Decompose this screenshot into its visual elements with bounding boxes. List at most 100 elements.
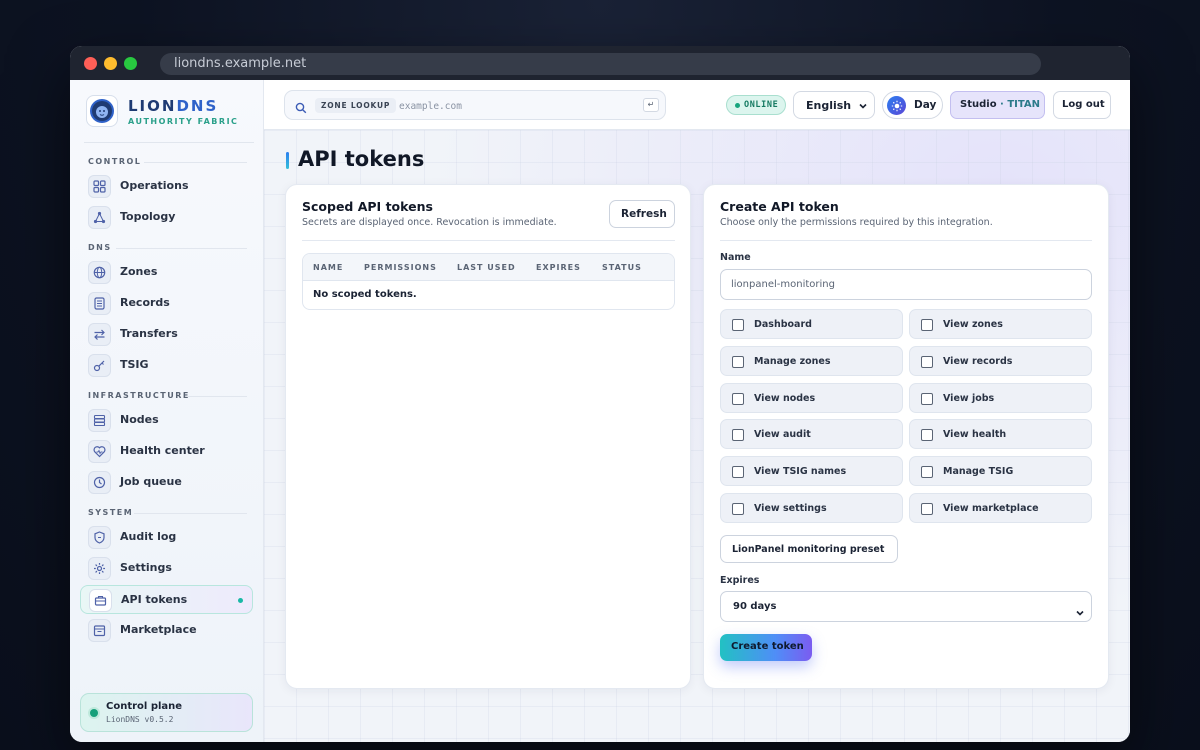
sidebar-item-label: Settings — [120, 561, 172, 574]
studio-button[interactable]: Studio · TITAN — [950, 91, 1045, 119]
brand[interactable]: LIONDNS AUTHORITY FABRIC — [84, 94, 254, 134]
permission-label: View zones — [943, 319, 1003, 330]
permission-view-zones[interactable]: View zones — [909, 309, 1092, 339]
lionpanel-preset-button[interactable]: LionPanel monitoring preset — [720, 535, 898, 563]
title-accent — [286, 152, 289, 169]
sidebar-item-tsig[interactable]: TSIG — [80, 351, 253, 380]
zone-lookup[interactable]: ZONE LOOKUP ↵ — [284, 90, 666, 120]
checkbox[interactable] — [732, 466, 744, 478]
store-icon — [88, 619, 111, 642]
checkbox[interactable] — [732, 429, 744, 441]
topbar: ZONE LOOKUP ↵ ONLINE English Day — [264, 80, 1130, 130]
sidebar-item-label: Health center — [120, 444, 205, 457]
permission-view-jobs[interactable]: View jobs — [909, 383, 1092, 413]
permission-dashboard[interactable]: Dashboard — [720, 309, 903, 339]
permission-view-nodes[interactable]: View nodes — [720, 383, 903, 413]
close-window-button[interactable] — [84, 57, 97, 70]
divider — [188, 396, 247, 397]
checkbox[interactable] — [921, 503, 933, 515]
permission-manage-tsig[interactable]: Manage TSIG — [909, 456, 1092, 486]
sidebar-item-label: Operations — [120, 179, 189, 192]
permission-label: View TSIG names — [754, 466, 847, 477]
checkbox[interactable] — [921, 393, 933, 405]
name-label: Name — [720, 252, 751, 263]
logout-label: Log out — [1062, 99, 1105, 110]
checkbox[interactable] — [921, 466, 933, 478]
checkbox[interactable] — [921, 429, 933, 441]
checkbox[interactable] — [921, 319, 933, 331]
card-title: Create API token — [720, 199, 839, 214]
checkbox[interactable] — [732, 319, 744, 331]
card-subtitle: Secrets are displayed once. Revocation i… — [302, 217, 557, 228]
sidebar-item-transfers[interactable]: Transfers — [80, 320, 253, 349]
refresh-label: Refresh — [621, 208, 667, 220]
sidebar-item-api-tokens[interactable]: API tokens — [80, 585, 253, 614]
brand-subtitle: AUTHORITY FABRIC — [128, 117, 239, 126]
sidebar-item-label: TSIG — [120, 358, 149, 371]
language-select[interactable]: English — [793, 91, 875, 119]
permission-view-marketplace[interactable]: View marketplace — [909, 493, 1092, 523]
checkbox[interactable] — [732, 503, 744, 515]
card-title: Scoped API tokens — [302, 199, 433, 214]
sidebar-item-settings[interactable]: Settings — [80, 554, 253, 583]
divider — [302, 240, 675, 241]
sidebar-item-job-queue[interactable]: Job queue — [80, 468, 253, 497]
checkbox[interactable] — [921, 356, 933, 368]
logout-button[interactable]: Log out — [1053, 91, 1111, 119]
sidebar-item-zones[interactable]: Zones — [80, 258, 253, 287]
shield-icon — [88, 526, 111, 549]
brand-name-part1: LION — [128, 97, 177, 115]
studio-label: Studio · TITAN — [960, 99, 1040, 110]
permission-view-tsig-names[interactable]: View TSIG names — [720, 456, 903, 486]
sidebar-item-nodes[interactable]: Nodes — [80, 406, 253, 435]
expires-select[interactable]: 90 days — [720, 591, 1092, 622]
column-header-status[interactable]: STATUS — [602, 263, 642, 272]
control-plane-status: Control plane LionDNS v0.5.2 — [80, 693, 253, 732]
column-header-permissions[interactable]: PERMISSIONS — [364, 263, 437, 272]
sidebar: LIONDNS AUTHORITY FABRIC CONTROL Operati… — [70, 80, 264, 742]
minimize-window-button[interactable] — [104, 57, 117, 70]
divider — [144, 162, 247, 163]
tokens-table: NAME PERMISSIONS LAST USED EXPIRES STATU… — [302, 253, 675, 310]
expires-label: Expires — [720, 575, 760, 586]
status-dot-icon — [735, 103, 740, 108]
theme-toggle[interactable]: Day — [882, 91, 943, 119]
sidebar-item-topology[interactable]: Topology — [80, 203, 253, 232]
create-token-button[interactable]: Create token — [720, 634, 812, 661]
permission-label: View records — [943, 356, 1013, 367]
permission-label: Manage zones — [754, 356, 831, 367]
permission-view-audit[interactable]: View audit — [720, 419, 903, 449]
sidebar-item-marketplace[interactable]: Marketplace — [80, 616, 253, 645]
permission-view-settings[interactable]: View settings — [720, 493, 903, 523]
active-indicator — [238, 598, 243, 603]
permission-manage-zones[interactable]: Manage zones — [720, 346, 903, 376]
sidebar-item-records[interactable]: Records — [80, 289, 253, 318]
sidebar-item-operations[interactable]: Operations — [80, 172, 253, 201]
create-token-label: Create token — [731, 641, 804, 652]
refresh-button[interactable]: Refresh — [609, 200, 675, 228]
topology-icon — [88, 206, 111, 229]
sidebar-item-label: Audit log — [120, 530, 177, 543]
column-header-last-used[interactable]: LAST USED — [457, 263, 516, 272]
checkbox[interactable] — [732, 356, 744, 368]
browser-window: liondns.example.net LIONDNS AUTHORITY FA… — [70, 46, 1130, 742]
permission-view-health[interactable]: View health — [909, 419, 1092, 449]
column-header-name[interactable]: NAME — [313, 263, 343, 272]
divider — [84, 142, 254, 143]
studio-tier: TITAN — [1007, 99, 1041, 110]
server-icon — [88, 409, 111, 432]
search-input[interactable] — [399, 97, 629, 115]
permission-label: View settings — [754, 503, 827, 514]
maximize-window-button[interactable] — [124, 57, 137, 70]
sidebar-item-label: Records — [120, 296, 170, 309]
address-bar[interactable]: liondns.example.net — [160, 53, 1041, 75]
permission-view-records[interactable]: View records — [909, 346, 1092, 376]
card-subtitle: Choose only the permissions required by … — [720, 217, 993, 228]
column-header-expires[interactable]: EXPIRES — [536, 263, 581, 272]
chevron-down-icon — [1075, 603, 1085, 622]
token-name-input[interactable] — [720, 269, 1092, 300]
sidebar-item-health-center[interactable]: Health center — [80, 437, 253, 466]
checkbox[interactable] — [732, 393, 744, 405]
divider — [134, 513, 247, 514]
sidebar-item-audit-log[interactable]: Audit log — [80, 523, 253, 552]
